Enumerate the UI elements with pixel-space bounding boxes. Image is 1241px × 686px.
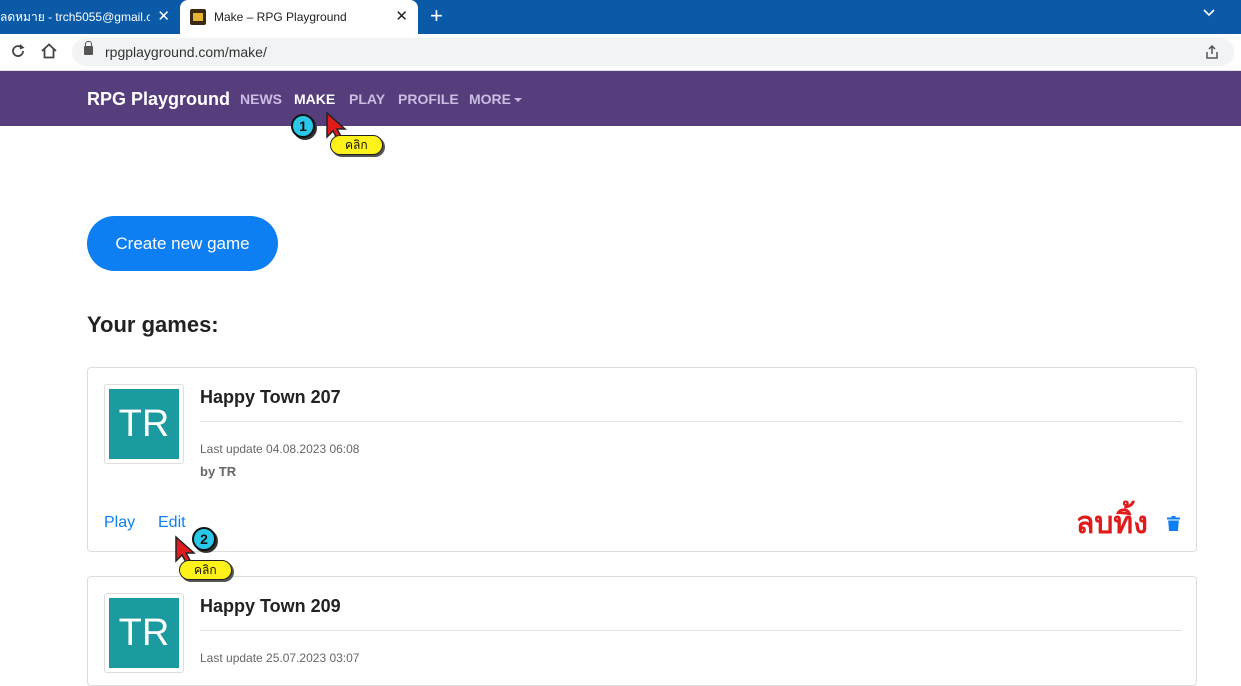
caret-down-icon	[514, 98, 522, 102]
tab-gmail[interactable]: ลดหมาย - trch5055@gmail.co ✕	[0, 0, 178, 34]
url-text: rpgplayground.com/make/	[105, 44, 267, 60]
close-icon[interactable]: ✕	[157, 9, 170, 24]
reload-icon[interactable]	[9, 42, 27, 60]
rpg-playground-favicon-icon	[190, 9, 206, 25]
game-thumbnail[interactable]: TR	[104, 593, 184, 673]
last-update: Last update 25.07.2023 03:07	[200, 651, 360, 665]
close-icon[interactable]: ✕	[395, 9, 408, 24]
edit-link[interactable]: Edit	[158, 514, 186, 532]
delete-annotation: ลบทิ้ง	[1076, 506, 1148, 541]
game-thumbnail[interactable]: TR	[104, 384, 184, 464]
divider	[200, 630, 1182, 631]
step-1-badge: 1	[291, 114, 315, 138]
trash-icon[interactable]	[1167, 516, 1180, 531]
game-author: by TR	[200, 464, 237, 479]
game-thumbnail-initials: TR	[109, 598, 179, 668]
tab-title: ลดหมาย - trch5055@gmail.co	[0, 9, 150, 24]
game-card: TR Happy Town 209 Last update 25.07.2023…	[87, 576, 1197, 686]
plus-icon[interactable]: +	[430, 5, 443, 27]
lock-icon	[84, 41, 93, 55]
click-label: คลิก	[330, 135, 383, 155]
game-title[interactable]: Happy Town 209	[200, 596, 341, 617]
create-new-game-button[interactable]: Create new game	[87, 216, 278, 271]
nav-link-more-label: MORE	[469, 91, 511, 107]
nav-link-more[interactable]: MORE	[469, 91, 522, 107]
nav-link-make[interactable]: MAKE	[294, 91, 335, 107]
nav-link-profile[interactable]: PROFILE	[398, 91, 459, 107]
game-thumbnail-initials: TR	[109, 389, 179, 459]
nav-link-play[interactable]: PLAY	[349, 91, 385, 107]
play-link[interactable]: Play	[104, 514, 135, 532]
browser-toolbar: rpgplayground.com/make/	[0, 34, 1241, 71]
home-icon[interactable]	[40, 42, 58, 60]
your-games-heading: Your games:	[87, 312, 219, 337]
chevron-down-icon[interactable]	[1202, 6, 1216, 20]
divider	[200, 421, 1182, 422]
game-title[interactable]: Happy Town 207	[200, 387, 341, 408]
click-label: คลิก	[179, 560, 232, 580]
address-bar[interactable]: rpgplayground.com/make/	[72, 38, 1234, 66]
tab-title: Make – RPG Playground	[214, 10, 347, 24]
nav-link-news[interactable]: NEWS	[240, 91, 282, 107]
site-navbar: RPG Playground NEWS MAKE PLAY PROFILE MO…	[0, 71, 1241, 126]
game-card: TR Happy Town 207 Last update 04.08.2023…	[87, 367, 1197, 552]
share-icon[interactable]	[1204, 44, 1220, 60]
last-update: Last update 04.08.2023 06:08	[200, 442, 360, 456]
site-brand[interactable]: RPG Playground	[87, 89, 230, 110]
tab-make-rpg-playground[interactable]: Make – RPG Playground ✕	[180, 0, 418, 34]
browser-tab-bar: ลดหมาย - trch5055@gmail.co ✕ Make – RPG …	[0, 0, 1241, 34]
